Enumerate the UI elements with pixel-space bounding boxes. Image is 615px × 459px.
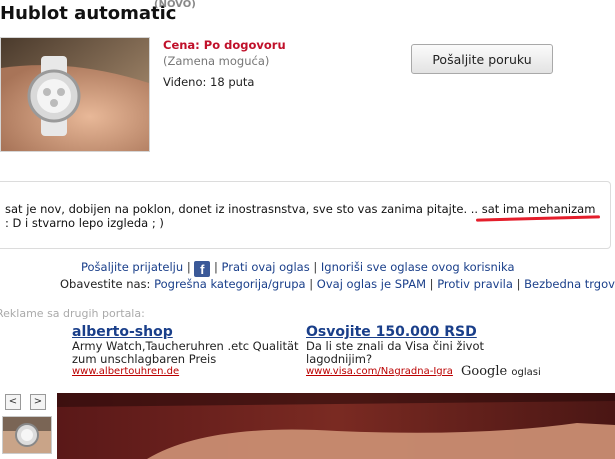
separator: | [214, 260, 222, 274]
ad-text: Da li ste znali da Visa čini život lagod… [306, 339, 484, 366]
watch-photo [1, 38, 149, 151]
notify-label: Obavestite nas: [60, 277, 151, 291]
main-photo[interactable] [0, 37, 150, 152]
new-badge: (NOVO) [154, 0, 196, 10]
ignore-user-link[interactable]: Ignoriši sve oglase ovog korisnika [321, 260, 515, 274]
send-message-button[interactable]: Pošaljite poruku [411, 44, 553, 74]
gallery-next-button[interactable]: > [30, 394, 46, 410]
share-actions: Pošaljite prijatelju | f | Prati ovaj og… [81, 260, 515, 277]
large-photo[interactable] [57, 393, 615, 459]
view-count: Viđeno: 18 puta [163, 75, 255, 89]
separator: | [186, 260, 195, 274]
large-photo-image [57, 393, 615, 459]
separator: | [309, 277, 317, 291]
report-actions: Obavestite nas: Pogrešna kategorija/grup… [60, 277, 615, 291]
send-to-friend-link[interactable]: Pošaljite prijatelju [81, 260, 183, 274]
ad-text: Army Watch,Taucheruhren .etc Qualität zu… [72, 339, 299, 366]
spam-link[interactable]: Ovaj oglas je SPAM [317, 277, 426, 291]
follow-ad-link[interactable]: Prati ovaj oglas [222, 260, 310, 274]
google-ads-label[interactable]: Google oglasi [461, 364, 541, 379]
listing-title: Hublot automatic [0, 3, 177, 24]
gallery-thumbnail[interactable] [2, 416, 52, 454]
watch-thumbnail-image [3, 417, 51, 453]
google-logo: Google [461, 364, 508, 379]
description-line-2: : D i stvarno lepo izgleda ; ) [5, 216, 164, 230]
ad-item[interactable]: alberto-shop Army Watch,Taucheruhren .et… [72, 324, 300, 377]
ad-title[interactable]: Osvojite 150.000 RSD [306, 324, 496, 340]
separator: | [313, 260, 321, 274]
ad-url[interactable]: www.albertouhren.de [72, 366, 300, 377]
ad-url[interactable]: www.visa.com/Nagradna-Igra [306, 366, 456, 377]
wrong-category-link[interactable]: Pogrešna kategorija/grupa [154, 277, 306, 291]
gallery-prev-button[interactable]: < [5, 394, 21, 410]
safe-trade-link[interactable]: Bezbedna trgovina [524, 277, 615, 291]
ad-title[interactable]: alberto-shop [72, 324, 300, 340]
google-ads-suffix: oglasi [511, 367, 541, 378]
ads-header: Reklame sa drugih portala: [0, 307, 145, 320]
against-rules-link[interactable]: Protiv pravila [437, 277, 513, 291]
description-line-1: sat je nov, dobijen na poklon, donet iz … [5, 202, 596, 216]
separator: | [516, 277, 525, 291]
price-label: Cena: Po dogovoru [163, 38, 286, 52]
exchange-note: (Zamena moguća) [163, 54, 270, 68]
facebook-icon[interactable]: f [194, 261, 211, 277]
